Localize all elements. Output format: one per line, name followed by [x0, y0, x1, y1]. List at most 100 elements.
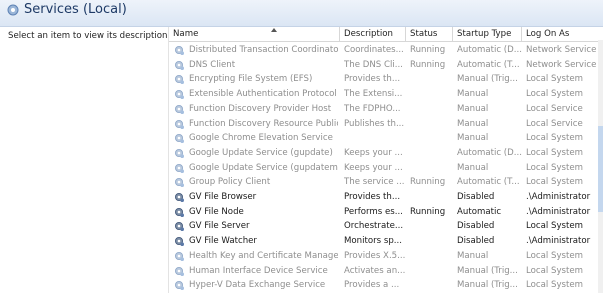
service-log-on-as: Local System: [526, 280, 584, 291]
service-name: Function Discovery Provider Host: [189, 103, 332, 114]
service-log-on-as: Local System: [526, 221, 584, 232]
table-row[interactable]: Function Discovery Provider Host The FDPH…: [169, 102, 603, 117]
service-startup-type: Manual: [457, 250, 489, 261]
service-startup-type: Automatic (T...: [457, 59, 520, 70]
service-name: Extensible Authentication Protocol: [189, 89, 337, 100]
service-description: Orchestrate...: [344, 221, 404, 232]
table-row[interactable]: DNS Client The DNS Cli... Running Automatic…: [169, 58, 603, 73]
gear-icon: [175, 75, 184, 85]
table-row[interactable]: Human Interface Device Service Activates …: [169, 264, 603, 279]
snapin-title: Services (Local): [24, 2, 127, 17]
column-header-description-label: Description: [344, 29, 393, 39]
gear-icon: [175, 251, 184, 261]
services-gear-icon: [7, 4, 19, 16]
service-description: Activates an...: [344, 265, 406, 276]
service-name: Google Chrome Elevation Service: [189, 133, 333, 144]
service-description: Keeps your ...: [344, 147, 403, 158]
service-name: Google Update Service (gupdatem): [189, 162, 338, 173]
table-row[interactable]: GV File Watcher Monitors sp... Disabled .\A…: [169, 234, 603, 249]
service-startup-type: Manual: [457, 89, 489, 100]
service-startup-type: Automatic (D...: [457, 45, 522, 55]
table-row[interactable]: Google Update Service (gupdatem) Keeps yo…: [169, 161, 603, 176]
table-row[interactable]: Hyper-V Data Exchange Service Provides a …: [169, 278, 603, 293]
column-header-status-label: Status: [410, 29, 438, 39]
table-row[interactable]: Group Policy Client The service ... Runnin…: [169, 175, 603, 190]
service-log-on-as: Local Service: [526, 103, 583, 114]
table-row[interactable]: Google Chrome Elevation Service Manual Loc…: [169, 131, 603, 146]
service-description: The DNS Cli...: [344, 59, 403, 70]
service-log-on-as: Local System: [526, 177, 584, 188]
service-status: [410, 234, 455, 249]
service-status: [410, 131, 455, 146]
service-name: Health Key and Certificate Manage...: [189, 250, 338, 261]
service-status: [410, 117, 455, 132]
service-log-on-as: Local System: [526, 265, 584, 276]
description-pane: Select an item to view its description.: [0, 27, 170, 293]
service-name: Distributed Transaction Coordinator: [189, 45, 338, 55]
service-name: GV File Node: [189, 206, 244, 217]
gear-icon: [175, 119, 184, 129]
column-header-status[interactable]: Status: [406, 27, 453, 42]
service-description: Keeps your ...: [344, 162, 403, 173]
table-row[interactable]: GV File Browser Provides th... Disabled .\A…: [169, 190, 603, 205]
service-startup-type: Manual: [457, 162, 489, 173]
table-row[interactable]: Health Key and Certificate Manage... Prov…: [169, 249, 603, 264]
column-header-description[interactable]: Description: [340, 27, 406, 42]
service-name: Group Policy Client: [189, 177, 271, 188]
table-row[interactable]: Extensible Authentication Protocol The Ex…: [169, 87, 603, 102]
service-status: [410, 146, 455, 161]
service-log-on-as: Local System: [526, 250, 584, 261]
gear-icon: [175, 148, 184, 158]
service-status: [410, 278, 455, 293]
gear-icon: [175, 237, 184, 247]
service-status: [410, 161, 455, 176]
service-startup-type: Disabled: [457, 192, 495, 202]
service-status: Running: [410, 177, 446, 188]
services-list[interactable]: Name Description Status Startup Type Log…: [168, 27, 603, 293]
gear-icon: [175, 46, 184, 55]
column-header-log-on-as-label: Log On As: [526, 29, 570, 39]
sort-ascending-icon: [271, 28, 277, 32]
service-status: [410, 87, 455, 102]
vertical-scrollbar[interactable]: [598, 40, 603, 293]
service-startup-type: Disabled: [457, 236, 495, 247]
column-header-startup-type[interactable]: Startup Type: [453, 27, 522, 42]
service-startup-type: Manual (Trig...: [457, 74, 518, 85]
service-status: [410, 249, 455, 264]
service-description: The Extensi...: [344, 89, 403, 100]
service-status: [410, 102, 455, 117]
column-header-name[interactable]: Name: [169, 27, 340, 42]
gear-icon: [175, 90, 184, 100]
service-description: Performs es...: [344, 206, 403, 217]
table-row[interactable]: Function Discovery Resource Public... Pub…: [169, 117, 603, 132]
service-startup-type: Automatic (D...: [457, 147, 522, 158]
service-status: Running: [410, 45, 446, 55]
service-name: GV File Browser: [189, 192, 257, 202]
service-log-on-as: .\Administrator: [526, 236, 591, 247]
table-row[interactable]: Distributed Transaction Coordinator Coord…: [169, 43, 603, 58]
service-log-on-as: .\Administrator: [526, 206, 591, 217]
service-startup-type: Manual: [457, 133, 489, 144]
table-row[interactable]: Encrypting File System (EFS) Provides th.…: [169, 72, 603, 87]
service-name: Encrypting File System (EFS): [189, 74, 313, 85]
service-log-on-as: Network Service: [526, 59, 597, 70]
service-description: Coordinates...: [344, 45, 404, 55]
table-row[interactable]: GV File Node Performs es... Running Automat…: [169, 205, 603, 220]
service-description: Provides a ...: [344, 280, 400, 291]
service-name: Hyper-V Data Exchange Service: [189, 280, 326, 291]
service-status: [410, 72, 455, 87]
service-startup-type: Disabled: [457, 221, 495, 232]
gear-icon: [175, 178, 184, 188]
service-name: Google Update Service (gupdate): [189, 147, 333, 158]
service-description: Provides X.5...: [344, 250, 406, 261]
scrollbar-thumb[interactable]: [598, 126, 603, 212]
gear-icon: [175, 266, 184, 276]
service-log-on-as: Local Service: [526, 118, 583, 129]
service-log-on-as: Local System: [526, 147, 584, 158]
service-log-on-as: Local System: [526, 74, 584, 85]
gear-icon: [175, 281, 184, 291]
column-header-log-on-as[interactable]: Log On As: [522, 27, 603, 42]
table-row[interactable]: GV File Server Orchestrate... Disabled Loca…: [169, 219, 603, 234]
service-log-on-as: Local System: [526, 133, 584, 144]
table-row[interactable]: Google Update Service (gupdate) Keeps you…: [169, 146, 603, 161]
